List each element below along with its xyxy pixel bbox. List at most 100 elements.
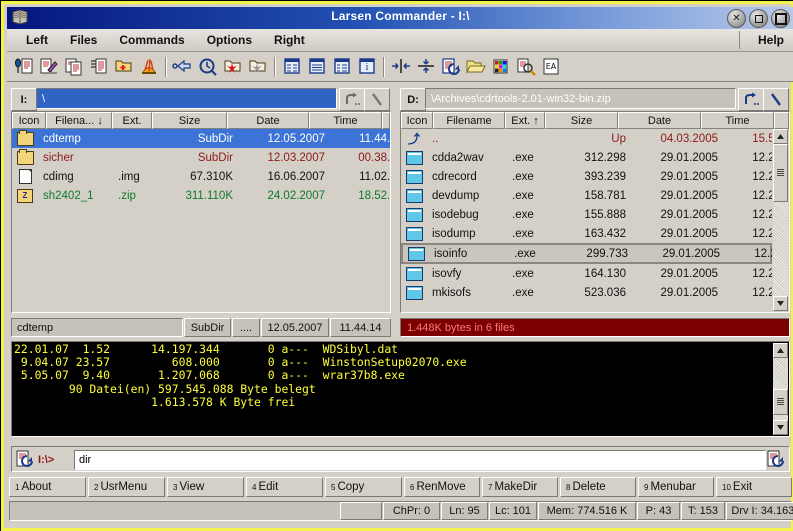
left-path-field[interactable]: \ xyxy=(36,88,337,109)
table-row[interactable]: isovfy .exe 164.130 29.01.2005 12.28.06 xyxy=(401,264,772,283)
column-header-date[interactable]: Date xyxy=(227,112,309,129)
left-root-dir-button[interactable] xyxy=(364,88,390,111)
delete-file-icon[interactable] xyxy=(136,55,161,79)
make-dir-icon[interactable] xyxy=(111,55,136,79)
menu-item-help[interactable]: Help xyxy=(758,33,784,47)
cell-ext: .exe xyxy=(512,189,534,202)
history-icon[interactable] xyxy=(195,55,220,79)
menu-item-right[interactable]: Right xyxy=(263,32,316,48)
function-key-label: RenMove xyxy=(416,481,466,493)
move-file-icon[interactable] xyxy=(86,55,111,79)
equalize-panels-icon[interactable] xyxy=(388,55,413,79)
brief-view-icon[interactable] xyxy=(279,55,304,79)
column-header-ext[interactable]: Ext. ↑ xyxy=(505,112,545,129)
right-up-dir-button[interactable] xyxy=(738,88,764,111)
column-header-size[interactable]: Size xyxy=(152,112,227,129)
right-panel-scrollbar[interactable] xyxy=(773,129,788,311)
console-scroll-up-button[interactable] xyxy=(773,343,788,358)
column-header-ext[interactable]: Ext. xyxy=(112,112,152,129)
table-row[interactable]: cdda2wav .exe 312.298 29.01.2005 12.27.12 xyxy=(401,148,772,167)
column-header-icon[interactable]: Icon xyxy=(12,112,46,129)
edit-file-icon[interactable] xyxy=(36,55,61,79)
open-folder-icon[interactable] xyxy=(463,55,488,79)
function-key-delete[interactable]: 8 Delete xyxy=(560,477,636,497)
right-root-dir-button[interactable] xyxy=(763,88,789,111)
info-view-icon[interactable]: i xyxy=(354,55,379,79)
table-row[interactable]: cdtemp SubDir 12.05.2007 11.44.14 xyxy=(12,129,390,148)
function-key-menubar[interactable]: 9 Menubar xyxy=(638,477,714,497)
run-command-icon-right[interactable] xyxy=(767,450,785,468)
menu-item-files[interactable]: Files xyxy=(59,32,108,48)
function-key-renmove[interactable]: 6 RenMove xyxy=(404,477,480,497)
right-path-field[interactable]: \Archives\cdrtools-2.01-win32-bin.zip xyxy=(425,88,736,109)
table-row[interactable]: ⤴.. Up 04.03.2005 15.57.02 xyxy=(401,129,772,148)
search-icon[interactable] xyxy=(513,55,538,79)
column-header-time[interactable]: Time xyxy=(309,112,382,129)
table-row[interactable]: Zsh2402_1 .zip 311.110K 24.02.2007 18.52.44 xyxy=(12,186,390,205)
command-prompt-label: I:\> xyxy=(38,454,55,466)
menu-item-left[interactable]: Left xyxy=(15,32,59,48)
right-file-panel[interactable]: Icon Filename Ext. ↑ Size Date Time ⤴.. U… xyxy=(400,111,790,313)
column-header-filename[interactable]: Filena... ↓ xyxy=(46,112,112,129)
full-view-icon[interactable] xyxy=(304,55,329,79)
menu-item-options[interactable]: Options xyxy=(196,32,263,48)
right-drive-button[interactable]: D: xyxy=(400,88,426,111)
open-dir-icon[interactable] xyxy=(220,55,245,79)
function-key-exit[interactable]: 10 Exit xyxy=(716,477,792,497)
column-header-size[interactable]: Size xyxy=(545,112,618,129)
column-header-icon[interactable]: Icon xyxy=(401,112,433,129)
table-row[interactable]: isodump .exe 163.432 29.01.2005 12.28.04 xyxy=(401,224,772,243)
scroll-up-button[interactable] xyxy=(773,129,788,144)
function-key-label: Copy xyxy=(337,481,365,493)
table-row[interactable]: sicher SubDir 12.03.2007 00.38.46 xyxy=(12,148,390,167)
column-header-filename[interactable]: Filename xyxy=(433,112,505,129)
exe-icon xyxy=(405,207,423,222)
function-key-usrmenu[interactable]: 2 UsrMenu xyxy=(88,477,165,497)
tree-view-icon[interactable] xyxy=(329,55,354,79)
file-attrs-icon[interactable]: EA xyxy=(538,55,563,79)
function-key-edit[interactable]: 4 Edit xyxy=(246,477,323,497)
table-row[interactable]: devdump .exe 158.781 29.01.2005 12.28.02 xyxy=(401,186,772,205)
view-file-icon[interactable] xyxy=(11,55,36,79)
function-key-copy[interactable]: 5 Copy xyxy=(325,477,402,497)
colors-icon[interactable] xyxy=(488,55,513,79)
table-row[interactable]: isodebug .exe 155.888 29.01.2005 12.28.08 xyxy=(401,205,772,224)
command-input[interactable]: dir xyxy=(74,450,766,470)
column-header-time[interactable]: Time xyxy=(701,112,774,129)
maximize-button[interactable] xyxy=(771,9,790,28)
cell-time: 12.27.34 xyxy=(752,170,772,183)
function-key-about[interactable]: 1 About xyxy=(9,477,86,497)
run-command-icon-left[interactable] xyxy=(16,450,34,468)
console-scrollbar[interactable] xyxy=(773,343,788,435)
cell-ext: .exe xyxy=(512,227,534,240)
status-bar: ChPr: 0 Ln: 95 Lc: 101 Mem: 774.516 K P:… xyxy=(9,501,793,521)
console-scrollbar-thumb[interactable] xyxy=(773,389,788,415)
scroll-down-button[interactable] xyxy=(773,296,788,311)
left-drive-button[interactable]: I: xyxy=(11,88,37,111)
split-panels-icon[interactable] xyxy=(413,55,438,79)
column-header-date[interactable]: Date xyxy=(618,112,701,129)
cell-filename: .. xyxy=(432,132,439,145)
table-row[interactable]: isoinfo .exe 299.733 29.01.2005 12.28.06 xyxy=(401,243,772,264)
favorites-icon[interactable] xyxy=(245,55,270,79)
minimize-button[interactable] xyxy=(749,9,768,28)
sync-dirs-icon[interactable] xyxy=(438,55,463,79)
close-button[interactable]: ✕ xyxy=(727,9,746,28)
scrollbar-thumb[interactable] xyxy=(773,144,788,202)
back-icon[interactable] xyxy=(170,55,195,79)
cell-time: 11.44.14 xyxy=(359,132,390,145)
menu-item-commands[interactable]: Commands xyxy=(108,32,195,48)
console-scroll-down-button[interactable] xyxy=(773,420,788,435)
left-up-dir-button[interactable] xyxy=(339,88,365,111)
cell-filename: isodebug xyxy=(432,208,479,221)
exe-icon xyxy=(405,150,423,165)
function-key-view[interactable]: 3 View xyxy=(167,477,244,497)
function-key-makedir[interactable]: 7 MakeDir xyxy=(482,477,558,497)
table-row[interactable]: mkisofs .exe 523.036 29.01.2005 12.27.58 xyxy=(401,283,772,302)
left-file-panel[interactable]: Icon Filena... ↓ Ext. Size Date Time cdt… xyxy=(11,111,391,313)
console-output[interactable]: 22.01.07 1.52 14.197.344 0 a--- WDSibyl.… xyxy=(11,341,790,437)
cell-time: 12.28.06 xyxy=(752,267,772,280)
table-row[interactable]: cdimg .img 67.310K 16.06.2007 11.02.50 xyxy=(12,167,390,186)
table-row[interactable]: cdrecord .exe 393.239 29.01.2005 12.27.34 xyxy=(401,167,772,186)
copy-file-icon[interactable] xyxy=(61,55,86,79)
